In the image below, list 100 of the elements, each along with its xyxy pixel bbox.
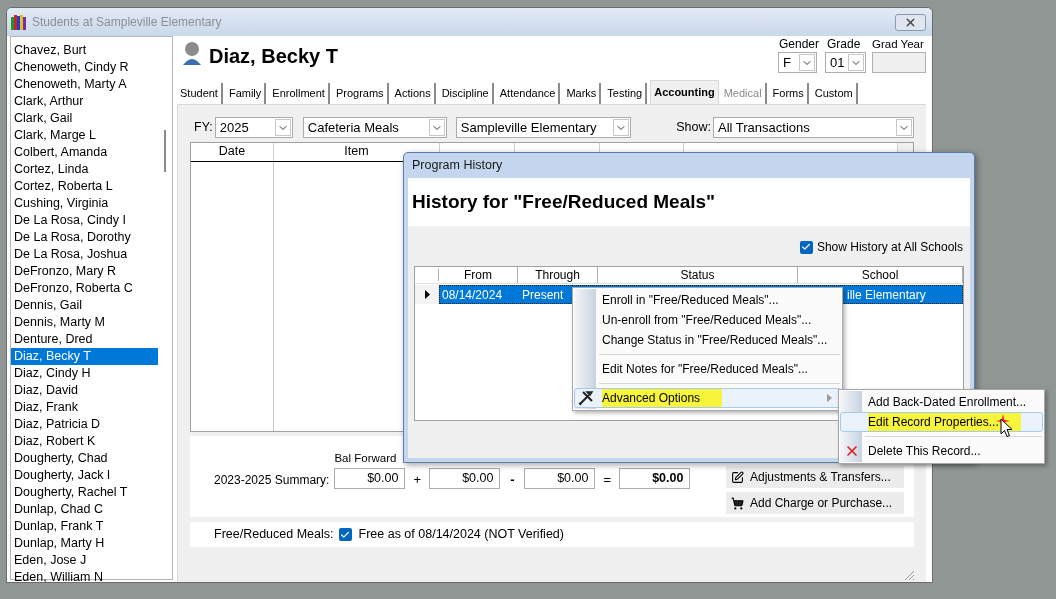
- student-list-item[interactable]: Dougherty, Chad: [11, 450, 158, 467]
- tab[interactable]: Actions: [391, 83, 436, 104]
- edit-icon: [731, 470, 744, 484]
- menu-item[interactable]: Add Back-Dated Enrollment...: [840, 392, 1043, 412]
- menu-item[interactable]: Advanced Options: [574, 388, 841, 408]
- student-avatar-icon: [181, 41, 203, 65]
- column-header[interactable]: Status: [598, 267, 798, 283]
- student-list-item[interactable]: De La Rosa, Dorothy: [11, 229, 158, 246]
- student-name: Diaz, Becky T: [209, 44, 338, 69]
- student-list-item[interactable]: Dougherty, Rachel T: [11, 484, 158, 501]
- chevron-down-icon: [612, 119, 629, 136]
- student-list-item[interactable]: De La Rosa, Joshua: [11, 246, 158, 263]
- menu-item[interactable]: Enroll in "Free/Reduced Meals"...: [574, 290, 841, 310]
- close-button[interactable]: [895, 13, 926, 31]
- chevron-down-icon: [274, 119, 291, 136]
- student-list-item[interactable]: De La Rosa, Cindy I: [11, 212, 158, 229]
- free-reduced-status: Free as of 08/14/2024 (NOT Verified): [358, 526, 564, 544]
- column-header[interactable]: Date: [191, 143, 274, 161]
- tab[interactable]: Accounting: [650, 80, 719, 104]
- category-dropdown[interactable]: Cafeteria Meals: [302, 117, 447, 138]
- cursor-icon: [1000, 418, 1013, 438]
- school-dropdown[interactable]: Sampleville Elementary: [455, 117, 631, 138]
- cross-icon: [844, 443, 860, 459]
- fiscal-year-dropdown[interactable]: 2025: [214, 117, 293, 138]
- gender-dropdown[interactable]: F: [777, 52, 817, 73]
- student-list-item[interactable]: Diaz, Robert K: [11, 433, 158, 450]
- chevron-down-icon: [896, 119, 912, 136]
- student-list-item[interactable]: Colbert, Amanda: [11, 144, 158, 161]
- operator-sign: =: [602, 471, 613, 489]
- student-list-item[interactable]: Cushing, Virginia: [11, 195, 158, 212]
- grad-year-field[interactable]: [872, 52, 926, 73]
- window-title: Students at Sampleville Elementary: [32, 14, 222, 31]
- column-header[interactable]: From: [439, 267, 518, 283]
- amount-field[interactable]: $0.00: [429, 468, 501, 489]
- grad-year-label: Grad Year: [872, 37, 925, 51]
- tab[interactable]: Attendance: [496, 83, 561, 104]
- bal-forward-label: Bal Forward: [334, 451, 398, 466]
- student-list-item[interactable]: Clark, Marge L: [11, 127, 158, 144]
- through-cell-text: Present: [521, 286, 565, 304]
- grade-label: Grade: [826, 37, 862, 51]
- student-list-item[interactable]: Denture, Dred: [11, 331, 158, 348]
- checkbox[interactable]: [799, 240, 813, 254]
- menu-item[interactable]: Un-enroll from "Free/Reduced Meals"...: [574, 310, 841, 330]
- books-icon: [11, 14, 27, 30]
- chevron-down-icon: [798, 54, 815, 71]
- summary-label: 2023-2025 Summary:: [214, 472, 330, 489]
- student-list-item[interactable]: Dunlap, Marty H: [11, 535, 158, 552]
- student-list-item[interactable]: Chenoweth, Marty A: [11, 76, 158, 93]
- student-list-item[interactable]: DeFronzo, Mary R: [11, 263, 158, 280]
- student-list-item[interactable]: Diaz, Becky T: [11, 348, 158, 365]
- student-list-item[interactable]: Diaz, David: [11, 382, 158, 399]
- menu-item[interactable]: Delete This Record...: [840, 441, 1043, 461]
- tab[interactable]: Student: [177, 83, 223, 104]
- student-list-item[interactable]: Dennis, Marty M: [11, 314, 158, 331]
- menu-item[interactable]: Edit Record Properties...: [840, 412, 1043, 432]
- student-list-item[interactable]: Dougherty, Jack I: [11, 467, 158, 484]
- student-list-item[interactable]: Dunlap, Chad C: [11, 501, 158, 518]
- action-button[interactable]: Adjustments & Transfers...: [726, 466, 904, 488]
- student-list-item[interactable]: Diaz, Cindy H: [11, 365, 158, 382]
- operator-sign: +: [412, 471, 423, 489]
- student-list-item[interactable]: Chavez, Burt: [11, 42, 158, 59]
- checkbox[interactable]: [338, 528, 352, 541]
- student-list-item[interactable]: Diaz, Frank: [11, 399, 158, 416]
- chevron-down-icon: [848, 54, 864, 71]
- student-list-item[interactable]: DeFronzo, Roberta C: [11, 280, 158, 297]
- student-list-item[interactable]: Cortez, Roberta L: [11, 178, 158, 195]
- show-label: Show:: [676, 119, 711, 137]
- student-list-item[interactable]: Cortez, Linda: [11, 161, 158, 178]
- student-list-item[interactable]: Clark, Arthur: [11, 93, 158, 110]
- cart-icon: [731, 496, 744, 510]
- student-list-item[interactable]: Clark, Gail: [11, 110, 158, 127]
- amount-field[interactable]: $0.00: [334, 468, 406, 489]
- school-cell-text: ille Elementary: [846, 286, 926, 304]
- tools-icon: [578, 390, 594, 406]
- grade-dropdown[interactable]: 01: [825, 52, 866, 73]
- student-list-item[interactable]: Diaz, Patricia D: [11, 416, 158, 433]
- from-cell-text: 08/14/2024: [441, 286, 504, 304]
- column-header[interactable]: School: [798, 267, 963, 283]
- amount-field[interactable]: $0.00: [619, 468, 691, 489]
- menu-item[interactable]: Edit Notes for "Free/Reduced Meals"...: [574, 359, 841, 379]
- resize-grip-icon[interactable]: [905, 571, 914, 580]
- scrollbar-thumb[interactable]: [164, 130, 166, 172]
- student-list-item[interactable]: Chenoweth, Cindy R: [11, 59, 158, 76]
- column-header[interactable]: Through: [518, 267, 598, 283]
- student-list-item[interactable]: Dunlap, Frank T: [11, 518, 158, 535]
- tab[interactable]: Testing: [604, 83, 648, 104]
- submenu-arrow-icon: [827, 394, 832, 402]
- gender-label: Gender: [777, 37, 819, 51]
- amount-field[interactable]: $0.00: [524, 468, 596, 489]
- show-dropdown[interactable]: All Transactions: [713, 117, 914, 138]
- action-button[interactable]: Add Charge or Purchase...: [726, 492, 904, 514]
- dialog-heading: History for "Free/Reduced Meals": [412, 189, 716, 214]
- menu-item[interactable]: Change Status in "Free/Reduced Meals"...: [574, 330, 841, 350]
- student-list-item[interactable]: Dennis, Gail: [11, 297, 158, 314]
- student-list-item[interactable]: Eden, William N: [11, 569, 158, 582]
- student-list-item[interactable]: Eden, Jose J: [11, 552, 158, 569]
- free-reduced-label: Free/Reduced Meals:: [214, 526, 334, 544]
- chevron-down-icon: [428, 119, 445, 136]
- operator-sign: -: [509, 471, 516, 489]
- fy-label: FY:: [194, 119, 213, 137]
